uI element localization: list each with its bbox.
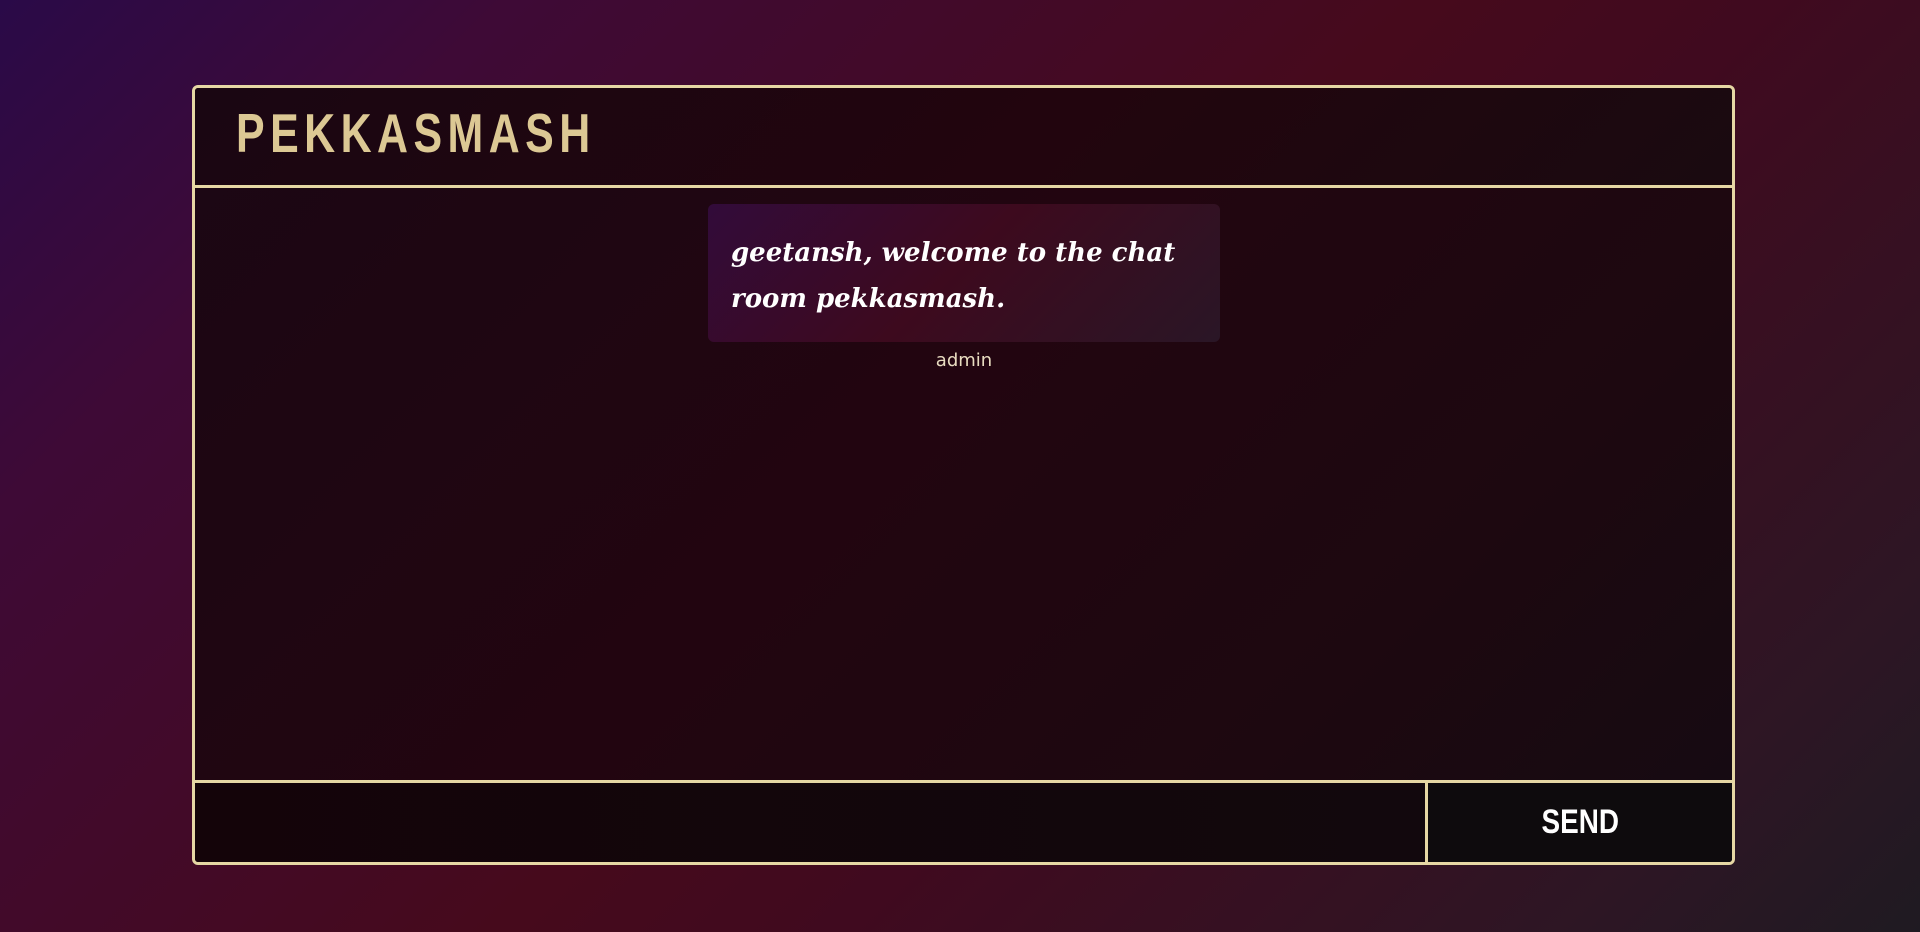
message-item: geetansh, welcome to the chat room pekka… [708, 204, 1220, 371]
send-button[interactable]: SEND [1428, 783, 1732, 862]
message-sender: admin [935, 350, 993, 371]
room-title: PEKKASMASH [236, 102, 596, 164]
message-composer: SEND [195, 780, 1732, 862]
chat-header: PEKKASMASH [195, 88, 1732, 188]
chat-window: PEKKASMASH geetansh, welcome to the chat… [192, 85, 1735, 865]
message-bubble: geetansh, welcome to the chat room pekka… [708, 204, 1220, 342]
message-input[interactable] [195, 783, 1428, 862]
message-list[interactable]: geetansh, welcome to the chat room pekka… [195, 188, 1732, 773]
send-button-label: SEND [1541, 803, 1619, 841]
